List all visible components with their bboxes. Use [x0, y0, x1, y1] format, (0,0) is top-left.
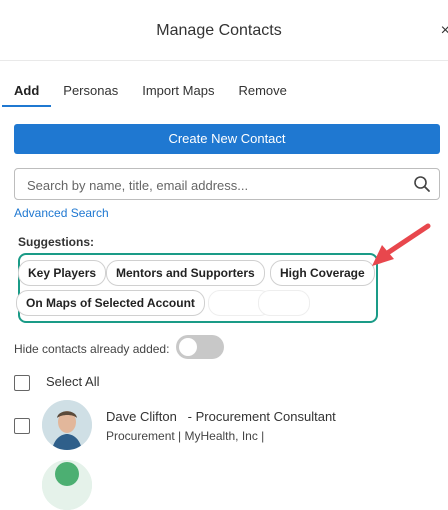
- suggestion-chip-mentors-and-supporters[interactable]: Mentors and Supporters: [106, 260, 265, 286]
- search-input[interactable]: [25, 169, 409, 201]
- contact-subtitle: Procurement | MyHealth, Inc |: [106, 429, 265, 443]
- contact-checkbox[interactable]: [14, 418, 30, 434]
- select-all-checkbox[interactable]: [14, 375, 30, 391]
- suggestion-chip-on-maps-of-selected-account[interactable]: On Maps of Selected Account: [16, 290, 205, 316]
- tab-add[interactable]: Add: [2, 83, 52, 107]
- contact-title: Procurement Consultant: [195, 409, 336, 424]
- suggestions-label: Suggestions:: [18, 235, 95, 249]
- suggestion-chip-high-coverage[interactable]: High Coverage: [270, 260, 375, 286]
- avatar: [42, 460, 92, 510]
- tab-personas[interactable]: Personas: [63, 83, 118, 107]
- tab-remove[interactable]: Remove: [238, 83, 286, 107]
- header-divider: [0, 60, 448, 61]
- select-all-label: Select All: [46, 374, 100, 389]
- create-new-contact-button[interactable]: Create New Contact: [14, 124, 440, 154]
- advanced-search-link[interactable]: Advanced Search: [14, 206, 109, 220]
- contact-name-line[interactable]: Dave Clifton - Procurement Consultant: [106, 409, 336, 424]
- callout-arrow-icon: [372, 223, 431, 266]
- dialog-title: Manage Contacts: [156, 22, 282, 39]
- search-box: [14, 168, 440, 201]
- contact-name: Dave Clifton: [106, 409, 177, 424]
- hide-added-toggle[interactable]: [176, 335, 224, 359]
- avatar: [42, 400, 92, 450]
- suggestion-chip-key-players[interactable]: Key Players: [18, 260, 107, 286]
- search-icon[interactable]: [413, 175, 431, 193]
- suggestion-chip-placeholder: [258, 290, 310, 316]
- tab-bar: Add Personas Import Maps Remove: [2, 83, 311, 107]
- manage-contacts-dialog: Manage Contacts × Add Personas Import Ma…: [0, 0, 448, 510]
- tab-import-maps[interactable]: Import Maps: [142, 83, 214, 107]
- contact-title-separator: -: [180, 409, 196, 424]
- close-icon[interactable]: ×: [441, 22, 448, 40]
- hide-added-label: Hide contacts already added:: [14, 342, 170, 356]
- toggle-knob: [179, 338, 197, 356]
